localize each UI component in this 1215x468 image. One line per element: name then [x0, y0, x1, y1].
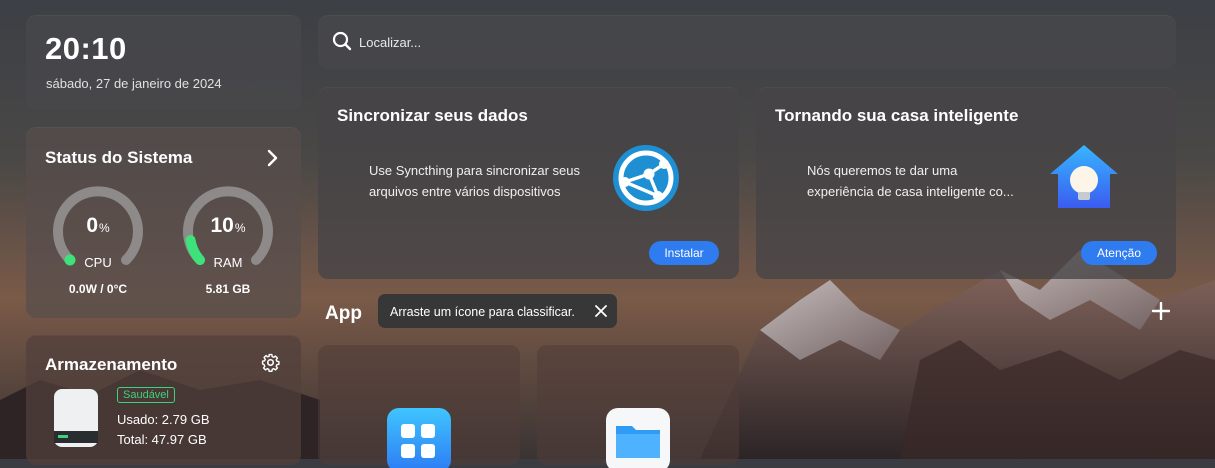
- install-button[interactable]: Instalar: [649, 241, 719, 265]
- app-section-title: App: [325, 303, 362, 324]
- ram-detail: 5.81 GB: [205, 282, 251, 296]
- sync-promo-card[interactable]: Sincronizar seus dados Use Syncthing par…: [318, 87, 739, 279]
- sync-card-title: Sincronizar seus dados: [337, 106, 528, 125]
- ram-label: RAM: [213, 255, 243, 270]
- add-icon[interactable]: [1152, 302, 1170, 320]
- cpu-label: CPU: [84, 255, 112, 270]
- attention-button[interactable]: Atenção: [1081, 241, 1157, 265]
- syncthing-icon: [613, 145, 679, 211]
- files-icon: [606, 408, 670, 468]
- ram-value: 10%: [210, 214, 246, 237]
- smart-home-promo-card[interactable]: Tornando sua casa inteligente Nós querem…: [756, 87, 1176, 279]
- close-icon[interactable]: [595, 305, 607, 317]
- smart-home-icon: [1050, 145, 1118, 208]
- health-badge: Saudável: [117, 387, 175, 403]
- search-icon: [332, 31, 352, 51]
- app-store-icon: [387, 408, 451, 468]
- storage-used: Usado: 2.79 GB: [117, 412, 210, 427]
- storage-widget[interactable]: Armazenamento Saudável Usado: 2.79 GB To…: [26, 335, 301, 465]
- search-bar[interactable]: Localizar...: [318, 15, 1176, 69]
- clock-widget: 20:10 sábado, 27 de janeiro de 2024: [26, 15, 301, 110]
- clock-date: sábado, 27 de janeiro de 2024: [46, 76, 222, 91]
- storage-title: Armazenamento: [45, 355, 178, 374]
- storage-total: Total: 47.97 GB: [117, 432, 207, 447]
- home-card-description: Nós queremos te dar uma experiência de c…: [807, 163, 1014, 199]
- cpu-value: 0%: [86, 214, 110, 237]
- clock-time: 20:10: [45, 31, 127, 66]
- gear-icon[interactable]: [261, 353, 280, 372]
- ram-gauge: 10% RAM: [178, 182, 278, 282]
- sort-hint-tooltip: Arraste um ícone para classificar.: [378, 294, 617, 328]
- app-tile-app-store[interactable]: [318, 345, 520, 468]
- cpu-detail: 0.0W / 0°C: [68, 282, 128, 296]
- system-status-widget[interactable]: Status do Sistema 0% CPU 0.0W / 0°C 10% …: [26, 127, 301, 318]
- sync-card-description: Use Syncthing para sincronizar seus arqu…: [369, 163, 580, 199]
- app-tile-files[interactable]: [537, 345, 739, 468]
- home-card-title: Tornando sua casa inteligente: [775, 106, 1019, 125]
- disk-drive-icon: [54, 389, 98, 447]
- search-input[interactable]: Localizar...: [359, 35, 421, 50]
- tooltip-text: Arraste um ícone para classificar.: [390, 305, 575, 319]
- chevron-right-icon[interactable]: [266, 149, 280, 167]
- cpu-gauge: 0% CPU: [48, 182, 148, 282]
- system-status-title: Status do Sistema: [45, 148, 193, 167]
